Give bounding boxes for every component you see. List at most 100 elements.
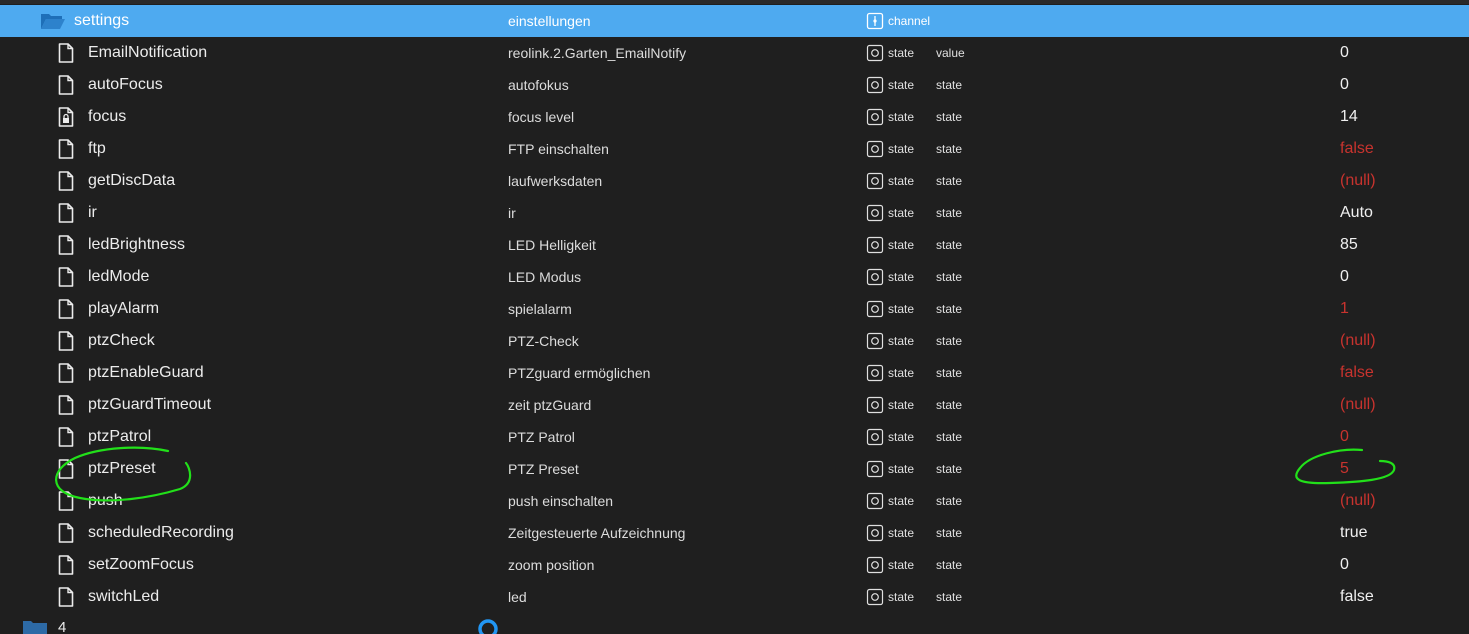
file-icon	[58, 325, 78, 357]
state-type: state	[888, 174, 915, 188]
state-description: reolink.2.Garten_EmailNotify	[508, 45, 687, 61]
state-type-icon	[866, 197, 884, 229]
state-description: LED Helligkeit	[508, 237, 596, 253]
state-type-icon	[866, 357, 884, 389]
state-row-ptzEnableGuard[interactable]: ptzEnableGuard PTZguard ermöglichen stat…	[0, 357, 1469, 389]
state-type: state	[888, 78, 915, 92]
state-description: push einschalten	[508, 493, 614, 509]
state-description: PTZ Preset	[508, 461, 579, 477]
state-value[interactable]: 0	[1340, 37, 1349, 69]
state-row-getDiscData[interactable]: getDiscData laufwerksdaten state state (…	[0, 165, 1469, 197]
state-type-icon	[866, 517, 884, 549]
state-row-ledMode[interactable]: ledMode LED Modus state state 0	[0, 261, 1469, 293]
state-role: state	[936, 270, 963, 284]
state-row-ptzCheck[interactable]: ptzCheck PTZ-Check state state (null)	[0, 325, 1469, 357]
circle-icon[interactable]	[477, 618, 499, 634]
state-row-focus[interactable]: focus focus level state state 14	[0, 101, 1469, 133]
state-type: state	[888, 366, 915, 380]
state-row-ftp[interactable]: ftp FTP einschalten state state false	[0, 133, 1469, 165]
file-icon	[58, 133, 78, 165]
state-role: state	[936, 110, 963, 124]
state-row-ptzPreset[interactable]: ptzPreset PTZ Preset state state 5	[0, 453, 1469, 485]
state-description: PTZguard ermöglichen	[508, 365, 651, 381]
state-role: state	[936, 590, 963, 604]
state-value[interactable]: true	[1340, 517, 1368, 549]
file-icon	[58, 549, 78, 581]
state-row-scheduledRecording[interactable]: scheduledRecording Zeitgesteuerte Aufzei…	[0, 517, 1469, 549]
object-browser: settings einstellungen channel EmailNoti…	[0, 0, 1469, 634]
state-name: ptzPreset	[88, 460, 156, 477]
state-row-autoFocus[interactable]: autoFocus autofokus state state 0	[0, 69, 1469, 101]
state-row-setZoomFocus[interactable]: setZoomFocus zoom position state state 0	[0, 549, 1469, 581]
state-role: state	[936, 238, 963, 252]
state-value[interactable]: (null)	[1340, 389, 1376, 421]
state-role: state	[936, 78, 963, 92]
state-value[interactable]: 0	[1340, 421, 1349, 453]
state-value[interactable]: Auto	[1340, 197, 1373, 229]
state-row-switchLed[interactable]: switchLed led state state false	[0, 581, 1469, 613]
state-value[interactable]: 0	[1340, 69, 1349, 101]
state-name: EmailNotification	[88, 44, 208, 61]
state-name: push	[88, 492, 123, 509]
state-type-icon	[866, 101, 884, 133]
state-value[interactable]: (null)	[1340, 165, 1376, 197]
folder-type: channel	[888, 14, 931, 28]
state-value[interactable]: 0	[1340, 261, 1349, 293]
state-row-ledBrightness[interactable]: ledBrightness LED Helligkeit state state…	[0, 229, 1469, 261]
channel-icon	[866, 5, 884, 37]
state-type-icon	[866, 453, 884, 485]
state-name: ptzPatrol	[88, 428, 152, 445]
state-type: state	[888, 142, 915, 156]
state-role: state	[936, 174, 963, 188]
state-type-icon	[866, 165, 884, 197]
state-name: playAlarm	[88, 300, 160, 317]
state-value[interactable]: false	[1340, 133, 1374, 165]
state-value[interactable]: 1	[1340, 293, 1349, 325]
state-name: ledMode	[88, 268, 150, 285]
state-row-ptzPatrol[interactable]: ptzPatrol PTZ Patrol state state 0	[0, 421, 1469, 453]
state-value[interactable]: (null)	[1340, 485, 1376, 517]
state-description: LED Modus	[508, 269, 582, 285]
state-type-icon	[866, 421, 884, 453]
state-row-ir[interactable]: ir ir state state Auto	[0, 197, 1469, 229]
state-value[interactable]: 85	[1340, 229, 1358, 261]
state-value[interactable]: 5	[1340, 453, 1349, 485]
state-type: state	[888, 398, 915, 412]
folder-icon[interactable]	[22, 618, 48, 634]
state-type: state	[888, 238, 915, 252]
state-role: state	[936, 398, 963, 412]
state-row-playAlarm[interactable]: playAlarm spielalarm state state 1	[0, 293, 1469, 325]
state-row-EmailNotification[interactable]: EmailNotification reolink.2.Garten_Email…	[0, 37, 1469, 69]
state-role: value	[936, 46, 965, 60]
state-value[interactable]: false	[1340, 357, 1374, 389]
state-type: state	[888, 590, 915, 604]
file-icon	[58, 485, 78, 517]
state-type-icon	[866, 325, 884, 357]
state-name: focus	[88, 108, 127, 125]
state-role: state	[936, 526, 963, 540]
state-type-icon	[866, 485, 884, 517]
state-name: autoFocus	[88, 76, 163, 93]
file-icon	[58, 69, 78, 101]
state-value[interactable]: 14	[1340, 101, 1358, 133]
state-role: state	[936, 366, 963, 380]
state-type: state	[888, 334, 915, 348]
bottom-folder-label[interactable]: 4	[58, 619, 66, 634]
state-role: state	[936, 494, 963, 508]
state-value[interactable]: 0	[1340, 549, 1349, 581]
state-type-icon	[866, 69, 884, 101]
state-name: switchLed	[88, 588, 160, 605]
state-value[interactable]: (null)	[1340, 325, 1376, 357]
state-type: state	[888, 430, 915, 444]
folder-row-settings[interactable]: settings einstellungen channel	[0, 5, 1469, 37]
state-description: autofokus	[508, 77, 569, 93]
state-value[interactable]: false	[1340, 581, 1374, 613]
state-description: ir	[508, 205, 516, 221]
state-description: PTZ-Check	[508, 333, 579, 349]
state-type: state	[888, 206, 915, 220]
state-name: setZoomFocus	[88, 556, 194, 573]
state-row-ptzGuardTimeout[interactable]: ptzGuardTimeout zeit ptzGuard state stat…	[0, 389, 1469, 421]
state-name: scheduledRecording	[88, 524, 234, 541]
state-type: state	[888, 462, 915, 476]
state-row-push[interactable]: push push einschalten state state (null)	[0, 485, 1469, 517]
